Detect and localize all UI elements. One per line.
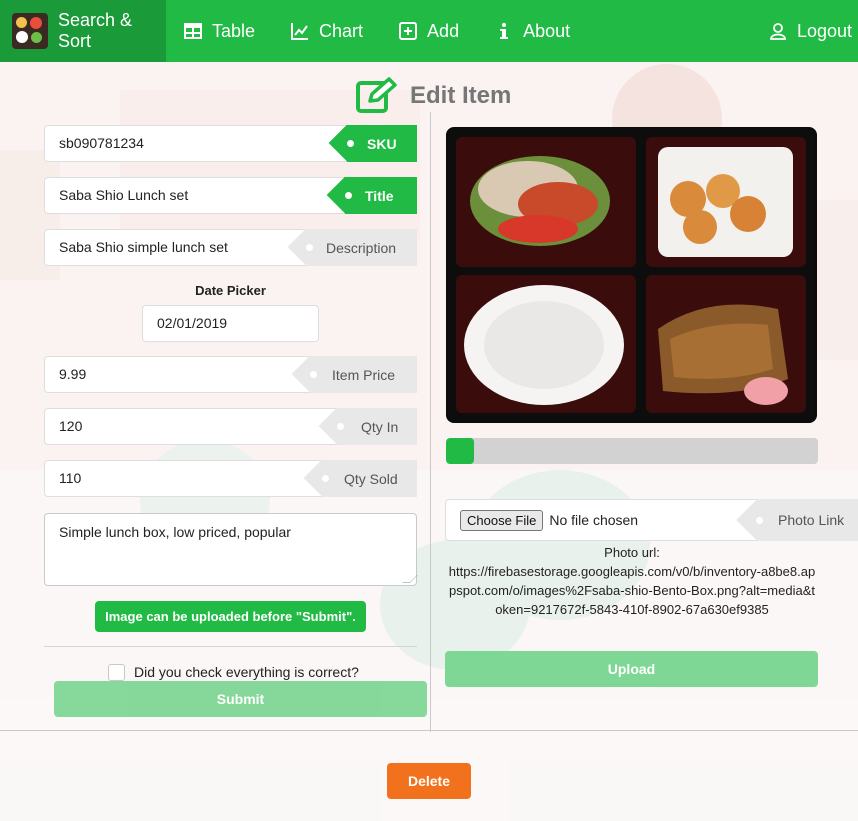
- photo-link-label: Photo Link: [756, 499, 858, 541]
- nav-item-about[interactable]: About: [477, 0, 588, 62]
- qty-sold-input[interactable]: 110: [44, 460, 322, 497]
- sku-input[interactable]: sb090781234: [44, 125, 347, 162]
- plus-square-icon: [399, 22, 418, 40]
- upload-progress-fill: [446, 438, 474, 464]
- sku-label: SKU: [347, 125, 417, 162]
- confirm-label: Did you check everything is correct?: [134, 664, 359, 680]
- item-price-input[interactable]: 9.99: [44, 356, 310, 393]
- page-title: Edit Item: [356, 76, 511, 116]
- nav-item-table-label: Table: [212, 20, 256, 41]
- nav-item-chart-label: Chart: [319, 20, 364, 41]
- bento-box-image: [448, 129, 815, 421]
- upload-notice-badge: Image can be uploaded before "Submit".: [95, 601, 366, 632]
- submit-button[interactable]: Submit: [54, 681, 427, 717]
- photo-url-label: Photo url:: [604, 545, 660, 560]
- top-navbar: Search & Sort Table Chart Add About Logo…: [0, 0, 858, 62]
- table-icon: [184, 23, 202, 39]
- notes-text: Simple lunch box, low priced, popular: [59, 524, 291, 540]
- nav-item-about-label: About: [523, 20, 571, 41]
- confirm-checkbox[interactable]: [108, 663, 125, 681]
- nav-item-logout[interactable]: Logout: [751, 0, 858, 62]
- title-label: Title: [345, 177, 417, 214]
- edit-item-panel: Edit Item sb090781234 SKU Saba Shio Lunc…: [0, 62, 858, 821]
- choose-file-button[interactable]: Choose File: [460, 509, 544, 531]
- date-picker-input[interactable]: 02/01/2019: [142, 305, 319, 342]
- nav-brand-search-sort[interactable]: Search & Sort: [0, 0, 166, 62]
- sku-field: sb090781234 SKU: [44, 125, 417, 162]
- notes-textarea[interactable]: Simple lunch box, low priced, popular: [44, 513, 418, 586]
- file-status-text: No file chosen: [549, 512, 639, 528]
- upload-progress: [446, 438, 818, 464]
- description-input[interactable]: Saba Shio simple lunch set: [44, 229, 306, 266]
- qty-in-field: 120 Qty In: [44, 408, 417, 445]
- photo-link-field: Choose File No file chosen Photo Link: [445, 499, 858, 541]
- line-chart-icon: [291, 23, 309, 40]
- nav-item-add-label: Add: [427, 20, 460, 41]
- qty-sold-label: Qty Sold: [322, 460, 417, 497]
- photo-url-block: Photo url: https://firebasestorage.googl…: [446, 543, 818, 619]
- description-field: Saba Shio simple lunch set Description: [44, 229, 417, 266]
- qty-in-label: Qty In: [337, 408, 417, 445]
- column-divider: [430, 112, 431, 732]
- nav-item-chart[interactable]: Chart: [273, 0, 381, 62]
- bento-photo: [446, 127, 817, 423]
- delete-button[interactable]: Delete: [387, 763, 471, 799]
- upload-button[interactable]: Upload: [445, 651, 818, 687]
- photo-url-text: https://firebasestorage.googleapis.com/v…: [448, 564, 816, 617]
- item-price-field: 9.99 Item Price: [44, 356, 417, 393]
- user-icon: [770, 23, 786, 40]
- info-icon: [500, 23, 509, 39]
- date-picker-label: Date Picker: [195, 283, 266, 298]
- resize-grip-icon[interactable]: [402, 575, 418, 583]
- qty-in-input[interactable]: 120: [44, 408, 337, 445]
- nav-item-logout-label: Logout: [796, 20, 852, 41]
- confirm-row: Did you check everything is correct?: [108, 663, 359, 681]
- item-price-label: Item Price: [310, 356, 417, 393]
- nav-item-table[interactable]: Table: [166, 0, 273, 62]
- nav-brand-label: Search & Sort: [58, 10, 133, 51]
- bento-logo-icon: [12, 13, 48, 49]
- nav-item-add[interactable]: Add: [381, 0, 477, 62]
- page-title-text: Edit Item: [410, 82, 512, 109]
- title-input[interactable]: Saba Shio Lunch set: [44, 177, 345, 214]
- form-divider: [44, 646, 417, 647]
- qty-sold-field: 110 Qty Sold: [44, 460, 417, 497]
- description-label: Description: [306, 229, 417, 266]
- footer-divider: [0, 730, 858, 731]
- edit-icon: [356, 77, 397, 113]
- title-field: Saba Shio Lunch set Title: [44, 177, 417, 214]
- file-input[interactable]: Choose File No file chosen: [445, 499, 756, 541]
